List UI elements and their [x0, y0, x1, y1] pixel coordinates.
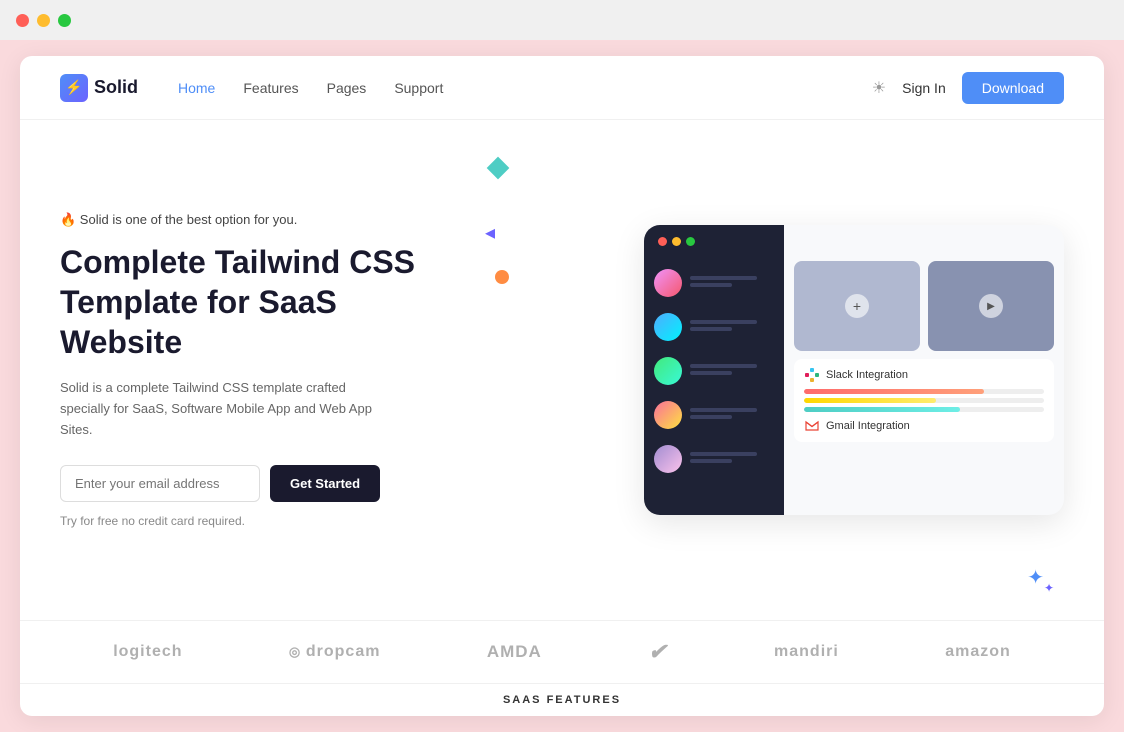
user-lines-3 — [690, 364, 774, 378]
user-lines-1 — [690, 276, 774, 290]
logo-text: Solid — [94, 77, 138, 98]
brand-amd: AMDA — [487, 642, 542, 662]
hero-description: Solid is a complete Tailwind CSS templat… — [60, 378, 380, 440]
dashboard-card: + ▶ — [644, 225, 1064, 515]
get-started-button[interactable]: Get Started — [270, 465, 380, 502]
gmail-label: Gmail Integration — [826, 420, 910, 432]
card-thumb-1: + — [794, 261, 920, 351]
arrow-left-shape: ◂ — [485, 220, 495, 245]
prog-bar-1 — [804, 389, 1044, 394]
user-line — [690, 415, 732, 419]
slack-label: Slack Integration — [826, 369, 908, 381]
navbar: ⚡ Solid Home Features Pages Support ☀ Si… — [20, 56, 1104, 120]
play-icon: ▶ — [979, 294, 1003, 318]
user-line — [690, 459, 732, 463]
card-dots — [658, 237, 695, 246]
hero-right: ◂ ✦ ✦ — [480, 120, 1064, 620]
nav-right: ☀ Sign In Download — [872, 72, 1064, 104]
nav-links: Home Features Pages Support — [178, 80, 872, 96]
prog-bar-fill-2 — [804, 398, 936, 403]
prog-bar-3 — [804, 407, 1044, 412]
card-dot-red — [658, 237, 667, 246]
prog-bar-fill-1 — [804, 389, 984, 394]
card-integration: Slack Integration — [794, 359, 1054, 442]
nav-support[interactable]: Support — [394, 80, 443, 96]
hero-title-line2: Template for SaaS Website — [60, 284, 337, 360]
nav-home[interactable]: Home — [178, 80, 215, 96]
user-lines-2 — [690, 320, 774, 334]
try-free-text: Try for free no credit card required. — [60, 514, 460, 528]
user-lines-5 — [690, 452, 774, 466]
user-avatar-5 — [654, 445, 682, 473]
email-input[interactable] — [60, 465, 260, 502]
card-dot-yellow — [672, 237, 681, 246]
progress-bars — [804, 389, 1044, 412]
sidebar-user-1 — [644, 261, 784, 305]
user-line — [690, 371, 732, 375]
hero-title-line1: Complete Tailwind CSS — [60, 244, 415, 280]
user-avatar-3 — [654, 357, 682, 385]
hero-title: Complete Tailwind CSS Template for SaaS … — [60, 242, 460, 362]
logo[interactable]: ⚡ Solid — [60, 74, 138, 102]
footer-label: SAAS FEATURES — [20, 683, 1104, 716]
nav-pages[interactable]: Pages — [327, 80, 367, 96]
traffic-light-yellow[interactable] — [37, 14, 50, 27]
user-avatar-4 — [654, 401, 682, 429]
traffic-light-green[interactable] — [58, 14, 71, 27]
hero-left: 🔥 Solid is one of the best option for yo… — [60, 212, 480, 527]
orange-circle-shape — [495, 270, 509, 284]
hero-tag: 🔥 Solid is one of the best option for yo… — [60, 212, 460, 228]
prog-bar-2 — [804, 398, 1044, 403]
logo-icon: ⚡ — [60, 74, 88, 102]
brand-dropcam: dropcam — [289, 643, 381, 661]
user-line — [690, 364, 757, 368]
brand-amazon: amazon — [945, 643, 1011, 661]
card-sidebar — [644, 225, 784, 515]
user-line — [690, 408, 757, 412]
browser-window: ⚡ Solid Home Features Pages Support ☀ Si… — [20, 56, 1104, 716]
theme-toggle-icon[interactable]: ☀ — [872, 78, 886, 98]
user-lines-4 — [690, 408, 774, 422]
user-avatar-2 — [654, 313, 682, 341]
gmail-icon — [804, 418, 820, 434]
hero-section: 🔥 Solid is one of the best option for yo… — [20, 120, 1104, 620]
card-dot-green — [686, 237, 695, 246]
email-row: Get Started — [60, 465, 460, 502]
sidebar-user-3 — [644, 349, 784, 393]
sparkle-shape-2: ✦ — [1044, 581, 1054, 595]
brand-logitech: logitech — [113, 643, 182, 661]
user-line — [690, 327, 732, 331]
user-line — [690, 452, 757, 456]
nav-features[interactable]: Features — [243, 80, 298, 96]
card-thumb-2: ▶ — [928, 261, 1054, 351]
brand-nike: ✔ — [648, 639, 667, 665]
browser-outer: ⚡ Solid Home Features Pages Support ☀ Si… — [0, 40, 1124, 732]
slack-integration-row: Slack Integration — [804, 367, 1044, 383]
user-line — [690, 276, 757, 280]
diamond-shape-1 — [487, 157, 510, 180]
sidebar-user-4 — [644, 393, 784, 437]
user-line — [690, 320, 757, 324]
brand-mandiri: mandiri — [774, 643, 839, 661]
os-chrome-bar — [0, 0, 1124, 40]
gmail-integration-row: Gmail Integration — [804, 418, 1044, 434]
traffic-light-red[interactable] — [16, 14, 29, 27]
user-line — [690, 283, 732, 287]
download-button[interactable]: Download — [962, 72, 1064, 104]
user-avatar-1 — [654, 269, 682, 297]
card-content: + ▶ — [784, 225, 1064, 515]
prog-bar-fill-3 — [804, 407, 960, 412]
sparkle-shape-1: ✦ — [1027, 565, 1044, 590]
brands-section: logitech dropcam AMDA ✔ mandiri amazon — [20, 620, 1104, 683]
slack-icon — [804, 367, 820, 383]
sidebar-user-5 — [644, 437, 784, 481]
sidebar-user-2 — [644, 305, 784, 349]
card-top-row: + ▶ — [794, 261, 1054, 351]
sign-in-link[interactable]: Sign In — [902, 80, 946, 96]
plus-icon: + — [845, 294, 869, 318]
